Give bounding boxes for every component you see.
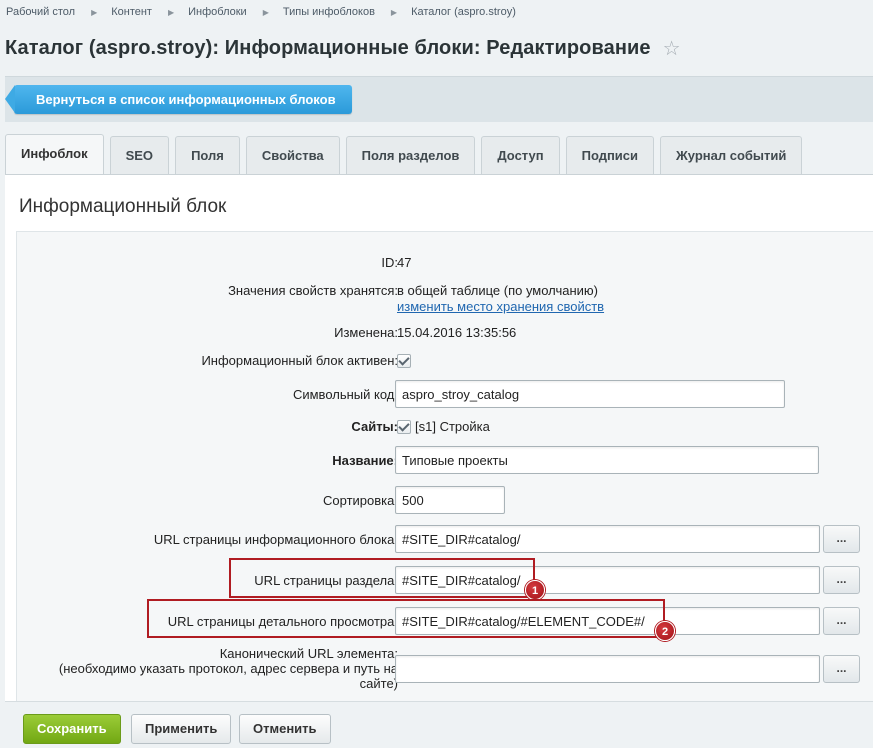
context-toolbar: Вернуться в список информационных блоков	[5, 76, 873, 122]
page-title-text: Каталог (aspro.stroy): Информационные бл…	[5, 37, 651, 59]
back-to-list-button[interactable]: Вернуться в список информационных блоков	[5, 85, 352, 114]
tab-section-fields[interactable]: Поля разделов	[345, 136, 476, 174]
tab-event-log[interactable]: Журнал событий	[660, 136, 803, 174]
sites-label: Сайты:	[351, 419, 398, 434]
breadcrumb-arrow-icon: ▶	[390, 7, 398, 17]
code-label: Символьный код:	[292, 387, 398, 402]
change-storage-link[interactable]: изменить место хранения свойств	[397, 299, 604, 314]
save-button[interactable]: Сохранить	[23, 714, 121, 744]
active-label: Информационный блок активен:	[201, 353, 398, 368]
id-label: ID:	[381, 255, 398, 270]
list-url-label: URL страницы информационного блока:	[153, 532, 398, 547]
detail-url-picker-button[interactable]: ...	[823, 607, 860, 635]
page-title: Каталог (aspro.stroy): Информационные бл…	[5, 36, 681, 61]
form-footer: Сохранить Применить Отменить	[5, 701, 873, 748]
tab-access[interactable]: Доступ	[481, 136, 560, 174]
storage-value: в общей таблице (по умолчанию)	[397, 283, 599, 298]
breadcrumb-arrow-icon: ▶	[167, 7, 175, 17]
breadcrumb-desktop[interactable]: Рабочий стол	[6, 6, 75, 18]
list-url-input[interactable]	[395, 525, 820, 553]
storage-link-wrap: изменить место хранения свойств	[397, 299, 604, 314]
list-url-picker-button[interactable]: ...	[823, 525, 860, 553]
canonical-label-line-1: Канонический URL элемента:	[219, 646, 398, 661]
annotation-marker-1: 1	[525, 580, 545, 600]
form-area: ID: 47 Значения свойств хранятся: в обще…	[16, 231, 873, 702]
canonical-label-line-3: сайте)	[359, 676, 398, 691]
name-label: Название:	[332, 453, 398, 468]
breadcrumb-infoblocks[interactable]: Инфоблоки	[188, 6, 247, 18]
section-url-picker-button[interactable]: ...	[823, 566, 860, 594]
tab-seo[interactable]: SEO	[109, 136, 170, 174]
active-checkbox[interactable]	[397, 354, 411, 368]
sort-input[interactable]	[395, 486, 505, 514]
modified-value: 15.04.2016 13:35:56	[397, 325, 517, 340]
section-title: Информационный блок	[19, 196, 227, 217]
annotation-marker-2: 2	[655, 621, 675, 641]
breadcrumb-arrow-icon: ▶	[91, 7, 98, 17]
canonical-label-line-2: (необходимо указать протокол, адрес серв…	[58, 661, 398, 676]
highlight-box-1	[229, 558, 535, 598]
site-s1-checkbox[interactable]	[397, 420, 411, 434]
tab-properties[interactable]: Свойства	[245, 136, 340, 174]
breadcrumb-content[interactable]: Контент	[111, 6, 152, 18]
site-s1-label: [s1] Стройка	[415, 419, 490, 434]
apply-button[interactable]: Применить	[131, 714, 232, 744]
code-input[interactable]	[395, 380, 785, 408]
tab-fields[interactable]: Поля	[175, 136, 240, 174]
sort-label: Сортировка:	[323, 493, 398, 508]
canonical-label: Канонический URL элемента: (необходимо у…	[59, 646, 398, 691]
canonical-url-input[interactable]	[395, 655, 820, 683]
modified-label: Изменена:	[334, 325, 398, 340]
canonical-url-picker-button[interactable]: ...	[823, 655, 860, 683]
name-input[interactable]	[395, 446, 819, 474]
id-value: 47	[397, 255, 412, 270]
tab-infoblock[interactable]: Инфоблок	[5, 134, 104, 174]
tab-bar: Инфоблок SEO Поля Свойства Поля разделов…	[5, 134, 808, 174]
breadcrumb-iblock-types[interactable]: Типы инфоблоков	[283, 6, 375, 18]
storage-label: Значения свойств хранятся:	[228, 283, 398, 298]
star-icon[interactable]: ☆	[663, 36, 681, 61]
highlight-box-2	[147, 599, 665, 638]
breadcrumb-arrow-icon: ▶	[262, 7, 269, 17]
tab-content-panel: Информационный блок ID: 47 Значения свой…	[5, 174, 873, 702]
cancel-button[interactable]: Отменить	[239, 714, 331, 744]
breadcrumb: Рабочий стол ▶ Контент ▶ Инфоблоки ▶ Тип…	[6, 6, 516, 18]
tab-captions[interactable]: Подписи	[565, 136, 655, 174]
breadcrumb-catalog[interactable]: Каталог (aspro.stroy)	[411, 6, 516, 18]
